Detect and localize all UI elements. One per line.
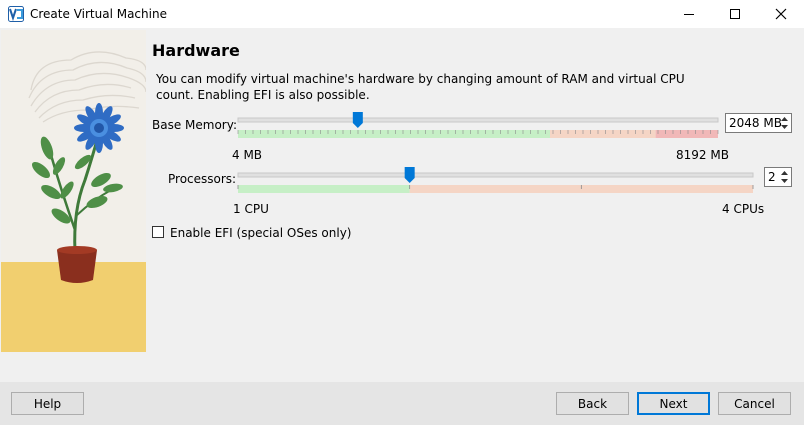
- close-icon: [775, 8, 787, 20]
- base-memory-label: Base Memory:: [152, 118, 238, 132]
- processors-label: Processors:: [168, 172, 237, 186]
- spin-arrows-icon[interactable]: [778, 114, 791, 132]
- memory-danger-zone: [655, 130, 718, 138]
- memory-value: 2048 MB: [729, 116, 782, 130]
- title-bar: Create Virtual Machine: [0, 0, 804, 28]
- wizard-plant-illustration: [1, 30, 146, 352]
- minimize-icon: [684, 14, 694, 15]
- page-heading: Hardware: [152, 41, 240, 60]
- memory-min-label: 4 MB: [232, 148, 263, 162]
- processors-slider[interactable]: [233, 165, 758, 195]
- virtualbox-app-icon: [8, 6, 24, 22]
- memory-warning-zone: [550, 130, 656, 138]
- memory-slider-handle[interactable]: [352, 112, 363, 128]
- maximize-icon: [730, 9, 740, 19]
- spin-arrows-icon[interactable]: [778, 168, 791, 186]
- processors-spinbox[interactable]: 2: [764, 167, 792, 187]
- cancel-button[interactable]: Cancel: [718, 392, 791, 415]
- cpu-safe-zone: [238, 185, 410, 193]
- help-button[interactable]: Help: [11, 392, 84, 415]
- cpu-min-label: 1 CPU: [233, 202, 269, 216]
- base-memory-slider[interactable]: [233, 110, 723, 142]
- memory-track: [237, 117, 719, 123]
- memory-safe-zone: [238, 130, 550, 138]
- window-title: Create Virtual Machine: [30, 7, 167, 21]
- cpu-track: [237, 172, 754, 178]
- enable-efi-checkbox[interactable]: [152, 226, 164, 238]
- cpu-slider-handle[interactable]: [404, 167, 415, 183]
- cpu-max-label: 4 CPUs: [722, 202, 765, 216]
- back-button[interactable]: Back: [556, 392, 629, 415]
- memory-max-label: 8192 MB: [676, 148, 729, 162]
- enable-efi-label[interactable]: Enable EFI (special OSes only): [170, 226, 351, 240]
- minimize-button[interactable]: [666, 0, 712, 28]
- page-description: You can modify virtual machine's hardwar…: [156, 72, 685, 102]
- close-button[interactable]: [758, 0, 804, 28]
- next-button[interactable]: Next: [637, 392, 710, 415]
- maximize-button[interactable]: [712, 0, 758, 28]
- memory-spinbox[interactable]: 2048 MB: [725, 113, 792, 133]
- processors-value: 2: [768, 170, 776, 184]
